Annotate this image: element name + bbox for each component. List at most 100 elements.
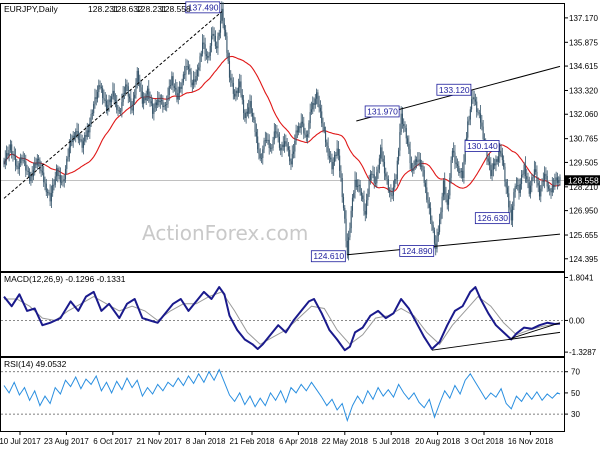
candle-body <box>90 114 92 124</box>
candle-body <box>52 184 54 194</box>
rsi-y-axis: 70 50 30 <box>564 368 580 419</box>
candle-body <box>105 101 108 111</box>
candle-body <box>476 101 478 112</box>
candle-body <box>559 177 561 181</box>
candle-body <box>554 180 556 188</box>
candle-body <box>523 164 525 174</box>
candle-body <box>296 130 298 133</box>
candle-body <box>558 180 560 183</box>
candle-body <box>26 170 28 172</box>
candle-body <box>6 153 8 159</box>
candle-body <box>277 134 279 137</box>
candle-body <box>546 175 548 187</box>
candle-body <box>366 200 368 215</box>
candle-body <box>436 236 438 249</box>
candle-body <box>235 90 237 97</box>
candle-body <box>441 196 443 213</box>
candle-body <box>368 179 370 195</box>
candle-body <box>94 97 96 105</box>
candle-body <box>381 147 383 159</box>
candle-body <box>171 76 173 86</box>
candle-body <box>158 99 160 103</box>
candle-body <box>102 88 104 99</box>
candle-body <box>401 113 403 124</box>
price-title: EURJPY,Daily <box>4 4 58 14</box>
candle-body <box>348 237 350 255</box>
candle-body <box>167 95 169 105</box>
candle-body <box>193 79 195 86</box>
candle-body <box>246 111 248 114</box>
candle-body <box>537 182 539 186</box>
candle-body <box>134 94 136 99</box>
candle-body <box>199 56 201 68</box>
candle-body <box>141 91 143 104</box>
candle-body <box>234 93 236 97</box>
candle-body <box>337 148 339 156</box>
x-tick-label: 8 Jan 2018 <box>186 437 226 446</box>
candle-body <box>377 169 379 173</box>
candle-body <box>185 66 187 75</box>
candle-body <box>120 110 122 112</box>
candle-body <box>260 157 263 159</box>
candle-body <box>143 97 145 104</box>
candle-body <box>57 168 59 176</box>
candle-body <box>137 70 140 84</box>
candle-body <box>12 153 14 155</box>
candle-body <box>36 158 38 166</box>
candle-body <box>400 113 402 133</box>
watermark: ActionForex.com <box>142 221 308 245</box>
candle-body <box>173 86 175 88</box>
candle-body <box>272 139 274 148</box>
candle-body <box>398 150 400 161</box>
candle-body <box>152 103 154 114</box>
candle-body <box>304 133 306 136</box>
candle-body <box>526 176 528 180</box>
candle-body <box>64 168 67 180</box>
candle-body <box>531 177 533 186</box>
candle-body <box>357 185 359 188</box>
x-tick-label: 23 Aug 2017 <box>44 437 89 446</box>
candle-body <box>130 98 132 109</box>
candle-body <box>66 158 68 169</box>
candle-body <box>449 177 451 196</box>
candle-body <box>255 131 257 137</box>
candle-body <box>550 190 552 193</box>
candle-body <box>282 144 284 148</box>
candle-body <box>500 150 502 154</box>
candle-body <box>505 181 507 188</box>
candle-body <box>399 132 401 151</box>
candle-body <box>176 89 178 100</box>
candle-body <box>82 141 84 148</box>
candle-body <box>426 187 428 200</box>
candle-body <box>8 150 10 156</box>
candle-body <box>312 103 314 110</box>
candle-body <box>355 179 357 188</box>
candle-body <box>54 176 56 185</box>
candle-body <box>317 92 319 105</box>
candle-body <box>35 163 37 166</box>
price-y-tick-label: 125.655 <box>569 231 598 240</box>
x-tick-label: 16 Nov 2018 <box>508 437 554 446</box>
candle-body <box>318 104 320 108</box>
swing-label-text: 137.490 <box>188 2 219 12</box>
candle-body <box>307 134 309 137</box>
candle-body <box>403 123 405 127</box>
candle-body <box>450 160 452 178</box>
x-tick-label: 10 Jul 2017 <box>0 437 41 446</box>
candle-body <box>273 131 275 140</box>
candle-body <box>446 199 448 205</box>
candle-body <box>47 192 49 194</box>
candle-body <box>555 177 557 181</box>
candle-body <box>439 219 441 232</box>
candle-body <box>463 161 465 178</box>
candle-body <box>396 160 398 180</box>
candle-body <box>453 150 455 153</box>
macd-y-axis: 1.8041 0.00 -1.3287 <box>564 273 597 357</box>
candle-body <box>155 102 158 106</box>
candle-body <box>332 162 334 170</box>
candle-body <box>351 197 354 211</box>
candle-body <box>532 177 534 179</box>
candle-body <box>203 42 205 45</box>
candle-body <box>503 160 505 167</box>
candle-body <box>321 111 323 124</box>
